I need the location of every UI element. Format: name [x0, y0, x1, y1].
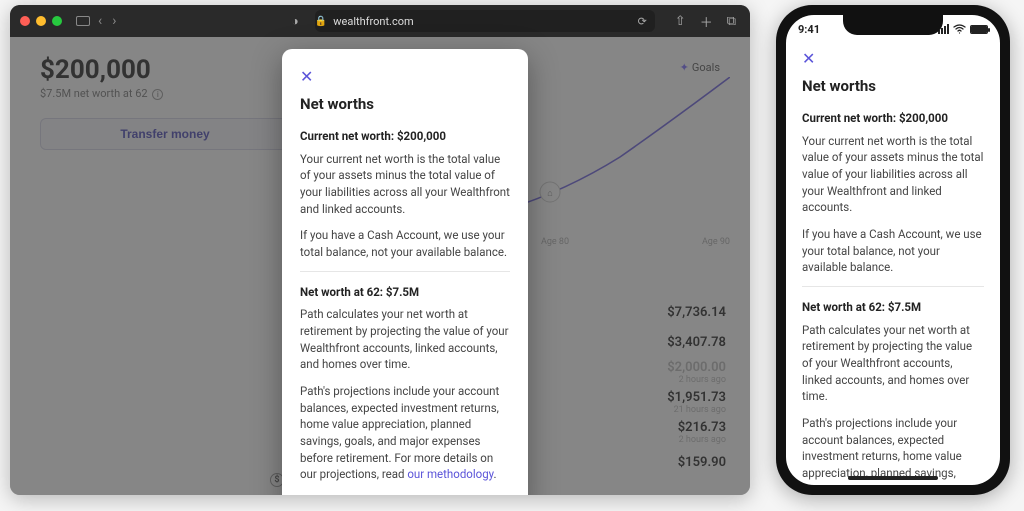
- modal-paragraph: Path calculates your net worth at retire…: [300, 306, 510, 373]
- lock-icon: 🔒: [315, 16, 327, 27]
- modal-paragraph: Your current net worth is the total valu…: [300, 151, 510, 218]
- desktop-browser-window: ‹ › ◑ 🔒 wealthfront.com ⟳ ⇧ ＋ ⧉ ✦Goals $…: [10, 5, 750, 495]
- modal-paragraph: Path's projections include your account …: [802, 415, 984, 485]
- modal-paragraph: If you have a Cash Account, we use your …: [300, 227, 510, 260]
- share-icon[interactable]: ⇧: [671, 14, 690, 29]
- phone-notch: [843, 15, 943, 35]
- phone-screen: 9:41 ✕ Net worths Current net worth: $20…: [786, 15, 1000, 485]
- nav-forward-icon[interactable]: ›: [110, 13, 118, 29]
- net-worth-62-heading: Net worth at 62: $7.5M: [802, 299, 984, 316]
- window-close-dot[interactable]: [20, 16, 30, 26]
- sidebar-toggle-icon[interactable]: [76, 16, 90, 26]
- phone-modal-content: ✕ Net worths Current net worth: $200,000…: [798, 43, 988, 485]
- modal-title: Net worths: [300, 94, 510, 116]
- net-worth-62-heading: Net worth at 62: $7.5M: [300, 284, 510, 301]
- divider: [300, 271, 510, 272]
- tabs-icon[interactable]: ⧉: [723, 14, 740, 29]
- reload-icon[interactable]: ⟳: [638, 15, 647, 28]
- net-worths-modal: ✕ Net worths Current net worth: $200,000…: [282, 49, 528, 495]
- modal-title: Net worths: [802, 76, 984, 98]
- phone-frame: 9:41 ✕ Net worths Current net worth: $20…: [776, 5, 1010, 495]
- home-indicator[interactable]: [848, 476, 938, 480]
- browser-toolbar: ‹ › ◑ 🔒 wealthfront.com ⟳ ⇧ ＋ ⧉: [10, 5, 750, 37]
- modal-paragraph: Your current net worth is the total valu…: [802, 133, 984, 216]
- methodology-link[interactable]: our methodology: [407, 467, 493, 481]
- url-bar[interactable]: 🔒 wealthfront.com ⟳: [315, 10, 655, 32]
- close-icon[interactable]: ✕: [802, 47, 984, 70]
- status-time: 9:41: [798, 23, 820, 36]
- new-tab-icon[interactable]: ＋: [696, 12, 717, 31]
- divider: [802, 286, 984, 287]
- battery-icon: [970, 25, 988, 34]
- nav-back-icon[interactable]: ‹: [96, 13, 104, 29]
- modal-paragraph: If you have a Cash Account, we use your …: [802, 226, 984, 276]
- window-zoom-dot[interactable]: [52, 16, 62, 26]
- window-minimize-dot[interactable]: [36, 16, 46, 26]
- current-net-worth-heading: Current net worth: $200,000: [802, 110, 984, 127]
- url-text: wealthfront.com: [333, 15, 413, 28]
- close-icon[interactable]: ✕: [300, 65, 510, 88]
- modal-paragraph: Path's projections include your account …: [300, 383, 510, 483]
- wifi-icon: [953, 24, 966, 34]
- modal-paragraph: Path calculates your net worth at retire…: [802, 322, 984, 405]
- privacy-shield-icon[interactable]: ◑: [292, 14, 299, 28]
- current-net-worth-heading: Current net worth: $200,000: [300, 128, 510, 145]
